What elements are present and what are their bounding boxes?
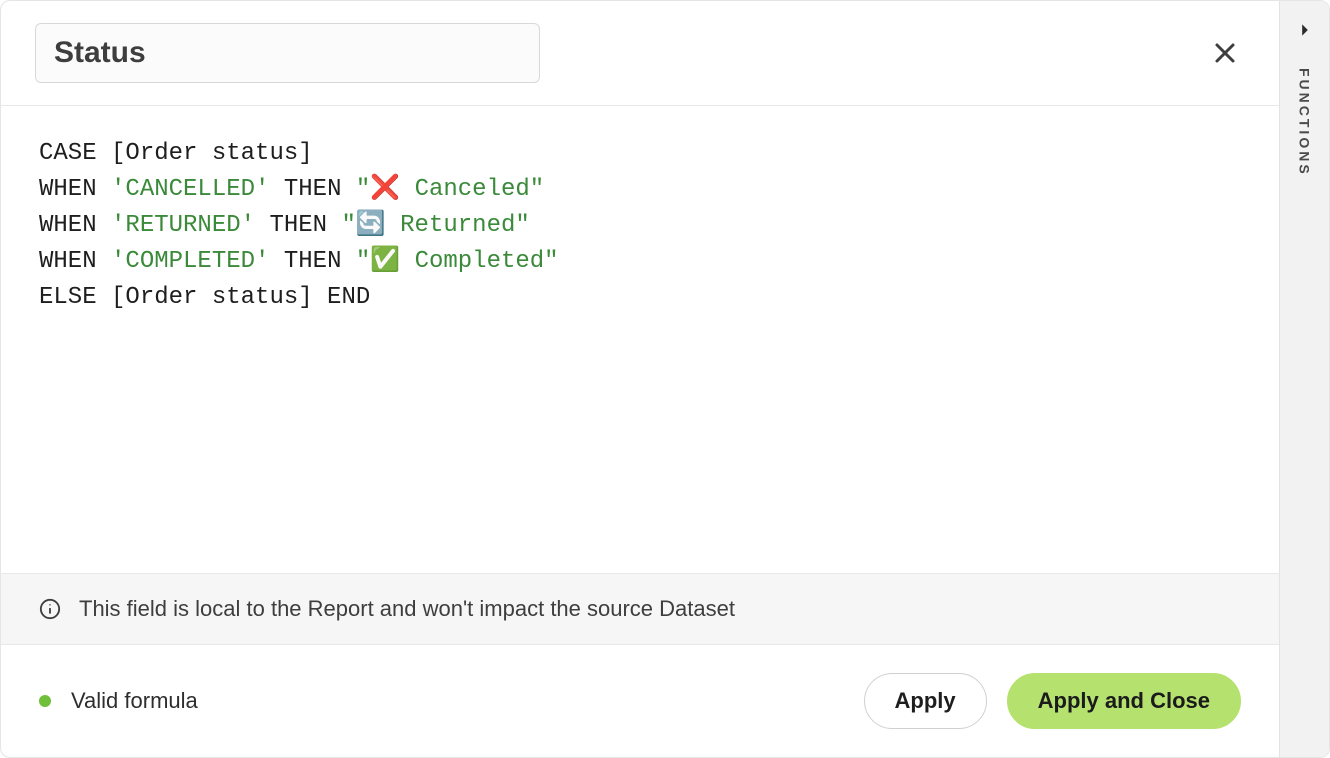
formula-editor-dialog: CASE [Order status] WHEN 'CANCELLED' THE… [0, 0, 1330, 758]
code-keyword: THEN [269, 176, 355, 203]
code-string: "🔄 Returned" [341, 212, 529, 239]
main-panel: CASE [Order status] WHEN 'CANCELLED' THE… [1, 1, 1279, 757]
code-keyword: WHEN [39, 176, 111, 203]
apply-button[interactable]: Apply [864, 673, 987, 729]
info-icon [39, 598, 61, 620]
functions-side-rail: FUNCTIONS [1279, 1, 1329, 757]
field-name-input[interactable] [35, 23, 540, 83]
code-keyword: END [327, 284, 370, 311]
chevron-right-icon [1298, 23, 1312, 37]
code-string: 'CANCELLED' [111, 176, 269, 203]
validation-status-text: Valid formula [71, 688, 198, 714]
footer-bar: Valid formula Apply Apply and Close [1, 645, 1279, 757]
code-string: "❌ Canceled" [356, 176, 544, 203]
header-row [1, 1, 1279, 106]
expand-rail-button[interactable] [1298, 23, 1312, 68]
code-keyword: CASE [39, 140, 97, 167]
functions-rail-label[interactable]: FUNCTIONS [1297, 68, 1313, 177]
close-button[interactable] [1205, 33, 1245, 73]
code-field: [Order status] [97, 140, 313, 167]
formula-code-editor[interactable]: CASE [Order status] WHEN 'CANCELLED' THE… [1, 106, 1279, 573]
status-dot-icon [39, 695, 51, 707]
code-keyword: ELSE [39, 284, 97, 311]
code-field: [Order status] [97, 284, 327, 311]
info-text: This field is local to the Report and wo… [79, 596, 735, 622]
info-bar: This field is local to the Report and wo… [1, 573, 1279, 645]
code-keyword: THEN [255, 212, 341, 239]
code-string: "✅ Completed" [356, 248, 559, 275]
code-keyword: WHEN [39, 248, 111, 275]
apply-and-close-button[interactable]: Apply and Close [1007, 673, 1241, 729]
code-string: 'COMPLETED' [111, 248, 269, 275]
close-icon [1213, 41, 1237, 65]
code-string: 'RETURNED' [111, 212, 255, 239]
code-keyword: THEN [269, 248, 355, 275]
code-keyword: WHEN [39, 212, 111, 239]
